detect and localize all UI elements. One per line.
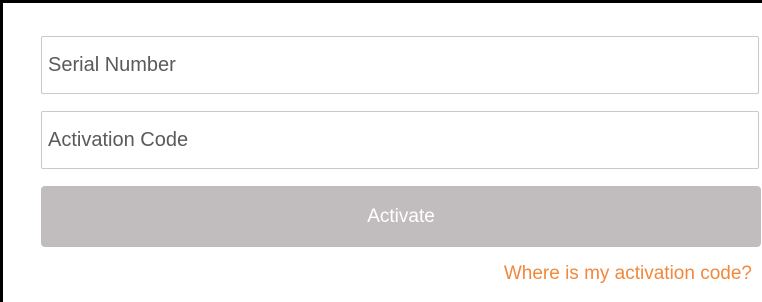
serial-number-input[interactable]: [41, 36, 759, 94]
activate-button[interactable]: Activate: [41, 186, 761, 247]
activation-panel: Activate Where is my activation code?: [0, 0, 762, 302]
activation-code-input[interactable]: [41, 111, 759, 169]
activation-code-help-link[interactable]: Where is my activation code?: [504, 263, 752, 285]
